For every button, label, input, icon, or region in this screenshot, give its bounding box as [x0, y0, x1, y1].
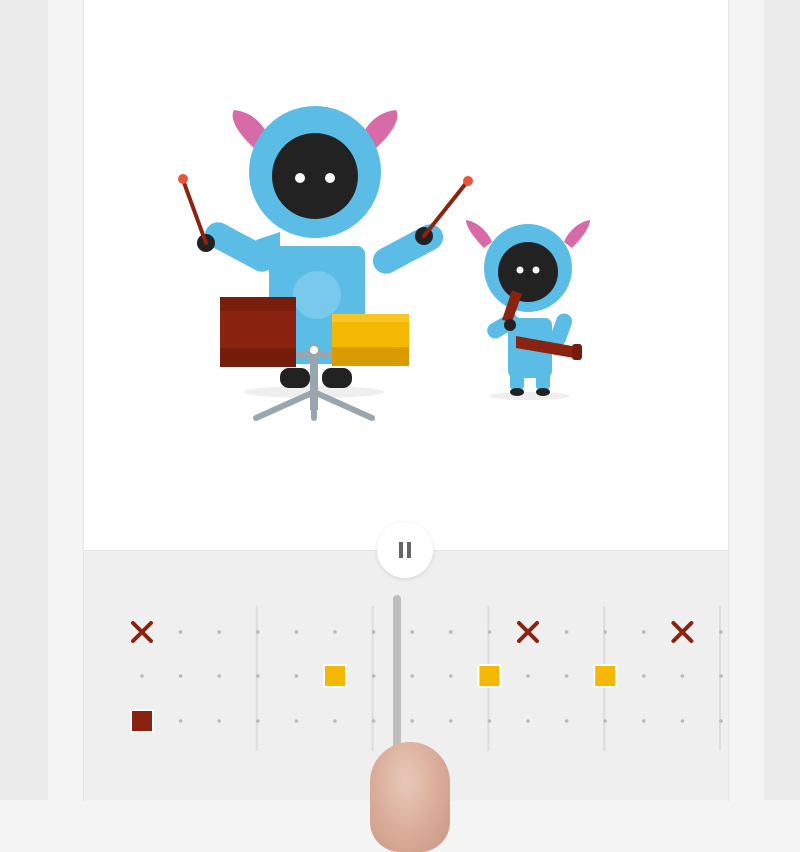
empty-step[interactable]: [371, 719, 376, 723]
empty-step[interactable]: [680, 674, 685, 678]
right-background: [764, 0, 800, 800]
cymbal-step-x-icon[interactable]: [131, 621, 153, 643]
empty-step[interactable]: [256, 719, 260, 723]
dark-drum: [220, 297, 296, 367]
empty-step[interactable]: [140, 674, 144, 678]
empty-step[interactable]: [410, 674, 415, 678]
empty-step[interactable]: [487, 630, 492, 634]
cymbal-step-x-icon[interactable]: [671, 621, 694, 643]
empty-step[interactable]: [719, 674, 723, 678]
empty-step[interactable]: [178, 630, 183, 634]
empty-step[interactable]: [256, 674, 260, 678]
pause-icon: [399, 542, 411, 558]
empty-step[interactable]: [294, 630, 299, 634]
pause-button[interactable]: [377, 522, 433, 578]
playhead[interactable]: [393, 595, 401, 755]
empty-step[interactable]: [410, 630, 415, 634]
dark-drum-step[interactable]: [130, 709, 154, 733]
empty-step[interactable]: [449, 719, 453, 723]
yellow-drum-step[interactable]: [323, 664, 347, 688]
horn-monster: [466, 220, 590, 400]
app-screen: [84, 0, 728, 801]
empty-step[interactable]: [719, 630, 723, 634]
empty-step[interactable]: [564, 630, 569, 634]
yellow-drum-step[interactable]: [593, 664, 618, 688]
empty-step[interactable]: [371, 630, 376, 634]
empty-step[interactable]: [487, 719, 492, 723]
empty-step[interactable]: [217, 630, 221, 634]
empty-step[interactable]: [256, 630, 260, 634]
empty-step[interactable]: [642, 630, 646, 634]
empty-step[interactable]: [333, 630, 337, 634]
empty-step[interactable]: [294, 719, 299, 723]
drummer-monster: [178, 106, 473, 421]
monster-stage: [84, 0, 728, 550]
empty-step[interactable]: [564, 719, 569, 723]
empty-step[interactable]: [294, 674, 299, 678]
yellow-drum-step[interactable]: [477, 664, 502, 688]
empty-step[interactable]: [333, 719, 337, 723]
empty-step[interactable]: [603, 630, 607, 634]
empty-step[interactable]: [526, 719, 530, 723]
empty-step[interactable]: [178, 719, 183, 723]
empty-step[interactable]: [410, 719, 415, 723]
empty-step[interactable]: [642, 719, 646, 723]
empty-step[interactable]: [217, 674, 221, 678]
empty-step[interactable]: [642, 674, 646, 678]
left-background: [0, 0, 48, 800]
empty-step[interactable]: [564, 674, 569, 678]
cymbal-step-x-icon[interactable]: [517, 621, 539, 643]
empty-step[interactable]: [371, 674, 376, 678]
empty-step[interactable]: [603, 719, 607, 723]
empty-step[interactable]: [449, 674, 453, 678]
empty-step[interactable]: [719, 719, 723, 723]
empty-step[interactable]: [217, 719, 221, 723]
user-finger: [370, 742, 450, 852]
empty-step[interactable]: [680, 719, 685, 723]
empty-step[interactable]: [178, 674, 183, 678]
empty-step[interactable]: [526, 674, 530, 678]
sequencer-grid: [130, 606, 723, 751]
yellow-drum: [332, 314, 409, 366]
empty-step[interactable]: [449, 630, 453, 634]
